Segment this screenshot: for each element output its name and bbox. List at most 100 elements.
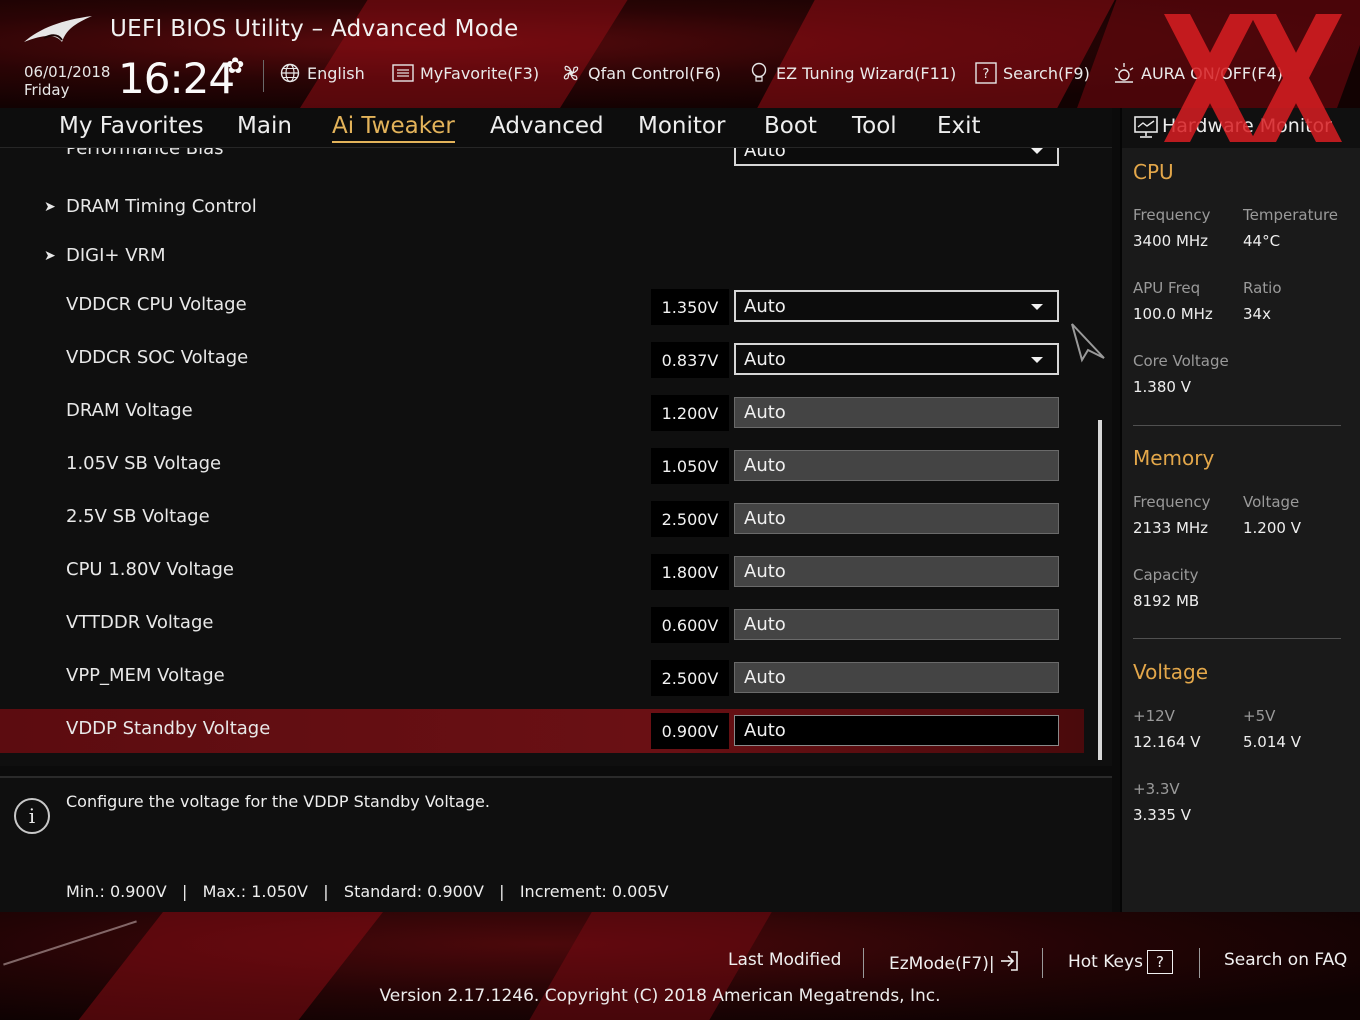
setting-label: VDDP Standby Voltage: [66, 718, 271, 739]
setting-row-vddp-standby-voltage[interactable]: VDDP Standby Voltage 0.900V Auto: [0, 709, 1084, 753]
33v-label: +3.3V: [1133, 780, 1180, 798]
header-decoration: [750, 0, 1120, 108]
gear-icon[interactable]: ✿: [226, 54, 244, 79]
submenu-label: DIGI+ VRM: [66, 245, 166, 266]
vttddr-voltage-input[interactable]: Auto: [734, 609, 1059, 640]
header-bar: UEFI BIOS Utility – Advanced Mode 06/01/…: [0, 0, 1360, 108]
current-voltage-readout: 1.050V: [651, 448, 729, 484]
submenu-dram-timing-control[interactable]: ➤ DRAM Timing Control: [0, 185, 1084, 229]
select-value: Auto: [744, 148, 786, 161]
search-faq-button[interactable]: Search on FAQ: [1224, 950, 1347, 970]
tab-advanced[interactable]: Advanced: [490, 113, 604, 139]
current-voltage-readout: 2.500V: [651, 501, 729, 537]
submenu-arrow-icon: ➤: [44, 248, 56, 264]
hardware-monitor-header: Hardware Monitor: [1122, 108, 1360, 148]
memory-frequency-value: 2133 MHz: [1133, 519, 1209, 537]
dram-voltage-input[interactable]: Auto: [734, 397, 1059, 428]
tab-my-favorites[interactable]: My Favorites: [59, 113, 204, 139]
voltage-limits: Min.: 0.900V | Max.: 1.050V | Standard: …: [66, 882, 669, 901]
hot-keys-button[interactable]: Hot Keys ?: [1068, 950, 1173, 974]
hardware-monitor-panel: Hardware Monitor CPU Frequency Temperatu…: [1120, 108, 1360, 912]
qfan-label: Qfan Control(F6): [588, 63, 721, 83]
search-button[interactable]: ? Search(F9): [975, 62, 1090, 84]
tab-boot[interactable]: Boot: [764, 113, 817, 139]
current-voltage-readout: 0.600V: [651, 607, 729, 643]
scrollbar[interactable]: [1098, 420, 1102, 760]
info-icon: i: [14, 798, 50, 834]
apu-freq-value: 100.0 MHz: [1133, 305, 1213, 323]
rog-logo-icon: [24, 16, 92, 42]
setting-row-vddcr-soc-voltage[interactable]: VDDCR SOC Voltage 0.837V Auto: [0, 337, 1084, 381]
globe-icon: [279, 62, 301, 84]
date-display: 06/01/2018 Friday: [24, 63, 110, 99]
current-voltage-readout: 1.200V: [651, 395, 729, 431]
divider: [1133, 425, 1341, 426]
myfavorite-button[interactable]: MyFavorite(F3): [392, 62, 539, 84]
setting-row-105v-sb-voltage[interactable]: 1.05V SB Voltage 1.050V Auto: [0, 443, 1084, 487]
setting-label: DRAM Voltage: [66, 400, 193, 421]
fan-icon: [560, 62, 582, 84]
tab-main[interactable]: Main: [237, 113, 292, 139]
cpu-frequency-label: Frequency: [1133, 206, 1211, 224]
5v-value: 5.014 V: [1243, 733, 1301, 751]
language-button[interactable]: English: [279, 62, 365, 84]
submenu-label: DRAM Timing Control: [66, 196, 257, 217]
clock-time: 16:24: [118, 54, 235, 103]
tab-ai-tweaker[interactable]: Ai Tweaker: [332, 113, 455, 143]
vddcr-soc-voltage-select[interactable]: Auto: [734, 343, 1059, 375]
core-voltage-value: 1.380 V: [1133, 378, 1191, 396]
ezmode-button[interactable]: EzMode(F7)|: [889, 950, 1019, 977]
5v-label: +5V: [1243, 707, 1276, 725]
aura-toggle-button[interactable]: AURA ON/OFF(F4): [1113, 62, 1283, 84]
setting-row-performance-bias[interactable]: Performance Bias Auto: [0, 148, 1084, 172]
cpu-temperature-label: Temperature: [1243, 206, 1339, 224]
divider: [863, 948, 864, 978]
setting-row-25v-sb-voltage[interactable]: 2.5V SB Voltage 2.500V Auto: [0, 496, 1084, 540]
voltage-section-title: Voltage: [1133, 660, 1209, 684]
vddp-standby-voltage-input[interactable]: Auto: [734, 715, 1059, 746]
qfan-control-button[interactable]: Qfan Control(F6): [560, 62, 721, 84]
ratio-value: 34x: [1243, 305, 1271, 323]
setting-row-dram-voltage[interactable]: DRAM Voltage 1.200V Auto: [0, 390, 1084, 434]
setting-label: VDDCR SOC Voltage: [66, 347, 249, 368]
list-icon: [392, 62, 414, 84]
chevron-down-icon: [1031, 148, 1043, 154]
version-copyright: Version 2.17.1246. Copyright (C) 2018 Am…: [379, 986, 941, 1006]
chevron-down-icon: [1031, 357, 1043, 363]
12v-value: 12.164 V: [1133, 733, 1201, 751]
setting-row-vddcr-cpu-voltage[interactable]: VDDCR CPU Voltage 1.350V Auto: [0, 284, 1084, 328]
apu-freq-label: APU Freq: [1133, 279, 1201, 297]
setting-row-vpp-mem-voltage[interactable]: VPP_MEM Voltage 2.500V Auto: [0, 655, 1084, 699]
tab-exit[interactable]: Exit: [937, 113, 981, 139]
performance-bias-select[interactable]: Auto: [734, 148, 1059, 166]
footer-decoration: [3, 920, 137, 966]
tab-tool[interactable]: Tool: [852, 113, 897, 139]
setting-label: VTTDDR Voltage: [66, 612, 214, 633]
105v-sb-voltage-input[interactable]: Auto: [734, 450, 1059, 481]
exit-arrow-icon: [999, 950, 1019, 977]
vpp-mem-voltage-input[interactable]: Auto: [734, 662, 1059, 693]
setting-row-vttddr-voltage[interactable]: VTTDDR Voltage 0.600V Auto: [0, 602, 1084, 646]
ez-tuning-wizard-button[interactable]: EZ Tuning Wizard(F11): [748, 62, 956, 84]
language-label: English: [307, 63, 365, 83]
25v-sb-voltage-input[interactable]: Auto: [734, 503, 1059, 534]
aura-light-icon: [1113, 62, 1135, 84]
header-decoration: [1072, 0, 1360, 108]
help-panel: i Configure the voltage for the VDDP Sta…: [0, 776, 1112, 912]
submenu-digi-vrm[interactable]: ➤ DIGI+ VRM: [0, 234, 1084, 278]
ratio-label: Ratio: [1243, 279, 1282, 297]
divider: [263, 60, 264, 92]
vddcr-cpu-voltage-select[interactable]: Auto: [734, 290, 1059, 322]
memory-capacity-value: 8192 MB: [1133, 592, 1200, 610]
help-box-icon: ?: [975, 62, 997, 84]
tab-monitor[interactable]: Monitor: [638, 113, 725, 139]
cpu-180v-voltage-input[interactable]: Auto: [734, 556, 1059, 587]
setting-label: VPP_MEM Voltage: [66, 665, 225, 686]
33v-value: 3.335 V: [1133, 806, 1191, 824]
day-text: Friday: [24, 81, 70, 99]
app-title: UEFI BIOS Utility – Advanced Mode: [110, 16, 519, 42]
svg-text:?: ?: [983, 67, 990, 82]
setting-row-cpu-180v-voltage[interactable]: CPU 1.80V Voltage 1.800V Auto: [0, 549, 1084, 593]
hot-keys-label: Hot Keys: [1068, 952, 1143, 972]
last-modified-button[interactable]: Last Modified: [728, 950, 841, 970]
